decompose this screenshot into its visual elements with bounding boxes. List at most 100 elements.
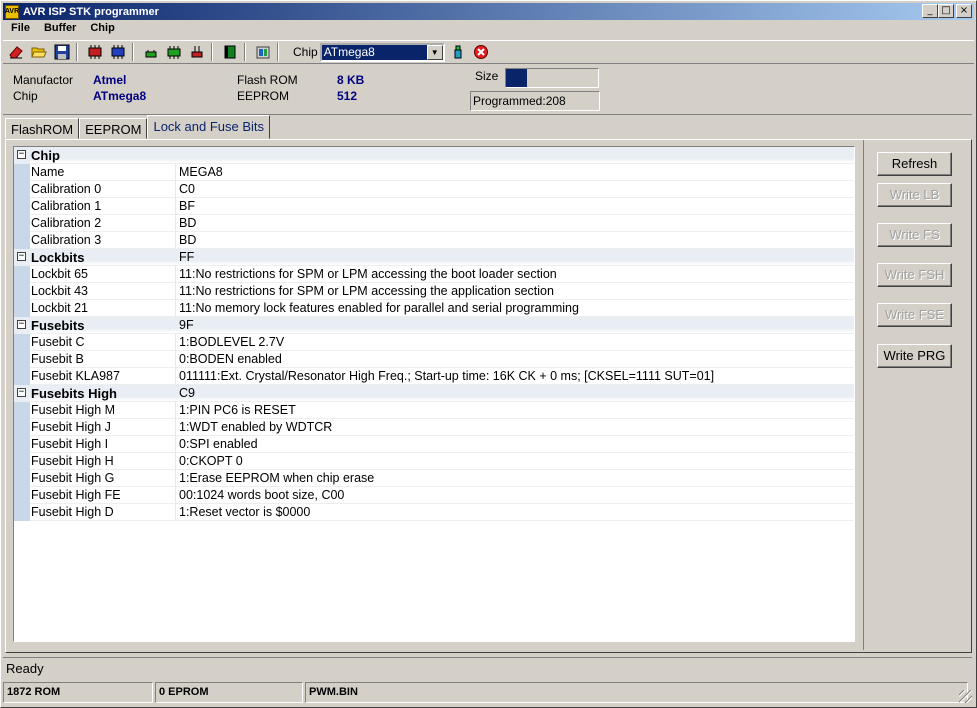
grid-row[interactable]: Fusebit High H 0:CKOPT 0 <box>14 453 854 470</box>
property-name: Name <box>30 164 176 181</box>
property-value: 1:PIN PC6 is RESET <box>176 402 854 419</box>
resize-grip[interactable] <box>959 690 972 703</box>
grid-row[interactable]: Calibration 3 BD <box>14 232 854 249</box>
status-bar: 1872 ROM 0 EPROM PWM.BIN <box>3 682 972 703</box>
flash-rom-value: 8 KB <box>337 73 365 87</box>
row-gutter <box>14 283 30 300</box>
device-icon[interactable] <box>253 42 273 62</box>
grid-group-row[interactable]: − Fusebits High C9 <box>14 385 854 402</box>
size-progress-bar <box>505 68 599 88</box>
row-gutter <box>14 504 30 521</box>
property-value: 1:Erase EEPROM when chip erase <box>176 470 854 487</box>
eraser-icon[interactable] <box>6 42 26 62</box>
property-name: Fusebit High J <box>30 419 176 436</box>
chip-select[interactable]: ATmega8 ▼ <box>319 42 445 62</box>
write-fsh-button[interactable]: Write FSH <box>877 263 952 287</box>
write-lb-button[interactable]: Write LB <box>877 183 952 207</box>
grid-row[interactable]: Lockbit 65 11:No restrictions for SPM or … <box>14 266 854 283</box>
row-gutter <box>14 351 30 368</box>
grid-group-row[interactable]: − Lockbits FF <box>14 249 854 266</box>
property-value: BD <box>176 232 854 249</box>
write-fse-button[interactable]: Write FSE <box>877 303 952 327</box>
grid-row[interactable]: Fusebit C 1:BODLEVEL 2.7V <box>14 334 854 351</box>
lock-fuse-panel: − Chip Name MEGA8 Calibration 0 C0 Calibration… <box>5 139 972 653</box>
chevron-down-icon[interactable]: ▼ <box>426 44 443 60</box>
action-buttons-panel: Refresh Write LB Write FS Write FSH Writ… <box>863 140 971 650</box>
row-gutter <box>14 181 30 198</box>
status-file: PWM.BIN <box>305 682 968 703</box>
programmer-icon[interactable] <box>448 42 468 62</box>
write-chip-icon[interactable] <box>108 42 128 62</box>
write-fs-button[interactable]: Write FS <box>877 223 952 247</box>
property-name: Fusebit High H <box>30 453 176 470</box>
open-folder-icon[interactable] <box>29 42 49 62</box>
grid-group-row[interactable]: − Fusebits 9F <box>14 317 854 334</box>
erase-chip-icon[interactable] <box>187 42 207 62</box>
grid-row[interactable]: Calibration 1 BF <box>14 198 854 215</box>
property-value: C9 <box>176 385 854 402</box>
size-label: Size <box>475 69 499 83</box>
tab-lock-fuse-bits[interactable]: Lock and Fuse Bits <box>147 115 271 139</box>
grid-row[interactable]: Lockbit 21 11:No memory lock features ena… <box>14 300 854 317</box>
grid-row[interactable]: Fusebit High J 1:WDT enabled by WDTCR <box>14 419 854 436</box>
grid-row[interactable]: Calibration 2 BD <box>14 215 854 232</box>
property-name: Fusebit High I <box>30 436 176 453</box>
verify-icon[interactable] <box>141 42 161 62</box>
grid-row[interactable]: Fusebit KLA987 011111:Ext. Crystal/Resona… <box>14 368 854 385</box>
property-name: Calibration 2 <box>30 215 176 232</box>
grid-row[interactable]: Fusebit High FE 00:1024 words boot size, … <box>14 487 854 504</box>
close-button[interactable]: × <box>956 4 972 18</box>
tab-strip: FlashROM EEPROM Lock and Fuse Bits <box>5 115 271 139</box>
row-gutter <box>14 436 30 453</box>
chip-label: Chip <box>293 45 318 59</box>
collapse-icon[interactable]: − <box>17 388 26 397</box>
property-value: 1:Reset vector is $0000 <box>176 504 854 521</box>
menu-chip[interactable]: Chip <box>82 21 120 39</box>
write-prg-button[interactable]: Write PRG <box>877 344 952 368</box>
row-gutter <box>14 215 30 232</box>
collapse-icon[interactable]: − <box>17 320 26 329</box>
row-gutter <box>14 266 30 283</box>
property-value: 00:1024 words boot size, C00 <box>176 487 854 504</box>
maximize-button[interactable]: □ <box>938 4 954 18</box>
collapse-icon[interactable]: − <box>17 252 26 261</box>
grid-row[interactable]: Lockbit 43 11:No restrictions for SPM or … <box>14 283 854 300</box>
chip-icon[interactable] <box>220 42 240 62</box>
tab-eeprom[interactable]: EEPROM <box>79 118 148 139</box>
grid-row[interactable]: Fusebit High I 0:SPI enabled <box>14 436 854 453</box>
tab-flashrom[interactable]: FlashROM <box>5 118 80 139</box>
grid-row[interactable]: Fusebit B 0:BODEN enabled <box>14 351 854 368</box>
refresh-button[interactable]: Refresh <box>877 152 952 176</box>
manufactor-value: Atmel <box>93 73 127 87</box>
property-value: 0:CKOPT 0 <box>176 453 854 470</box>
collapse-icon[interactable]: − <box>17 150 26 159</box>
property-name: Lockbits <box>30 249 176 266</box>
grid-group-row[interactable]: − Chip <box>14 147 854 164</box>
property-value: FF <box>176 249 854 266</box>
property-value: 1:WDT enabled by WDTCR <box>176 419 854 436</box>
eeprom-label: EEPROM <box>237 89 290 103</box>
grid-row[interactable]: Calibration 0 C0 <box>14 181 854 198</box>
title-bar[interactable]: AVR AVR ISP STK programmer _ □ × <box>3 3 974 20</box>
grid-row[interactable]: Name MEGA8 <box>14 164 854 181</box>
read-chip-icon[interactable] <box>85 42 105 62</box>
toolbar: Chip ATmega8 ▼ <box>3 40 974 64</box>
eeprom-value: 512 <box>337 89 358 103</box>
grid-row[interactable]: Fusebit High G 1:Erase EEPROM when chip e… <box>14 470 854 487</box>
menu-buffer[interactable]: Buffer <box>36 21 82 39</box>
row-gutter <box>14 232 30 249</box>
property-name: Calibration 1 <box>30 198 176 215</box>
grid-row[interactable]: Fusebit High D 1:Reset vector is $0000 <box>14 504 854 521</box>
property-value: BF <box>176 198 854 215</box>
minimize-button[interactable]: _ <box>922 4 938 18</box>
row-gutter <box>14 334 30 351</box>
row-gutter <box>14 453 30 470</box>
read-buffer-icon[interactable] <box>164 42 184 62</box>
menu-file[interactable]: File <box>3 21 36 39</box>
property-value: C0 <box>176 181 854 198</box>
row-gutter <box>14 402 30 419</box>
save-disk-icon[interactable] <box>52 42 72 62</box>
property-grid[interactable]: − Chip Name MEGA8 Calibration 0 C0 Calibration… <box>13 146 855 642</box>
stop-icon[interactable] <box>471 42 491 62</box>
grid-row[interactable]: Fusebit High M 1:PIN PC6 is RESET <box>14 402 854 419</box>
